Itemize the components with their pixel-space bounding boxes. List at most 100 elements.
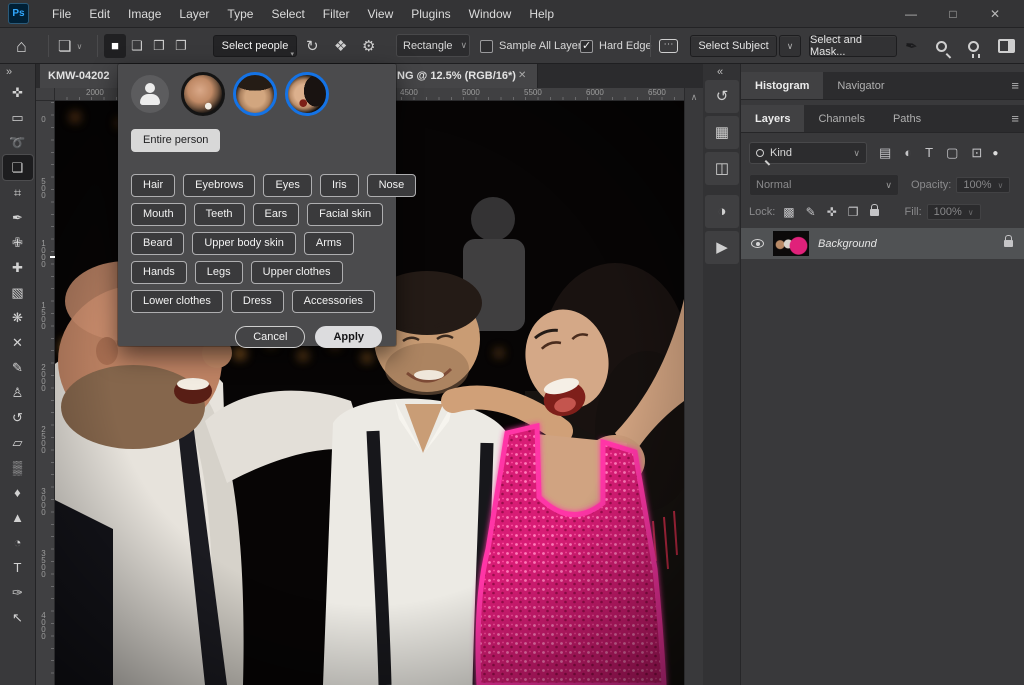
close-button[interactable]: ✕ xyxy=(974,0,1016,28)
maximize-button[interactable]: □ xyxy=(932,0,974,28)
tab-layers[interactable]: Layers xyxy=(741,105,804,132)
body-part-button[interactable]: Hands xyxy=(131,261,187,284)
libraries-panel-icon[interactable]: ◫ xyxy=(705,152,739,185)
feedback-comment-icon[interactable]: ⋯ xyxy=(659,39,678,53)
menu-item[interactable]: File xyxy=(43,0,80,28)
refresh-icon[interactable]: ↻ xyxy=(306,39,319,54)
pen-tool[interactable]: ✑ xyxy=(3,580,33,605)
apply-button[interactable]: Apply xyxy=(315,326,382,348)
crop-tool[interactable]: ⌗ xyxy=(3,180,33,205)
layer-filter-kind-dropdown[interactable]: Kind ∨ xyxy=(749,142,867,164)
select-subject-dropdown-button[interactable]: ∨ xyxy=(779,35,801,57)
body-part-button[interactable]: Iris xyxy=(320,174,359,197)
body-part-button[interactable]: Dress xyxy=(231,290,284,313)
tool-preset-chevron-icon[interactable]: ∨ xyxy=(76,42,82,51)
body-part-button[interactable]: Ears xyxy=(253,203,300,226)
close-tab-icon[interactable]: ✕ xyxy=(518,64,526,88)
menu-item[interactable]: Image xyxy=(119,0,170,28)
filter-type-layers-icon[interactable]: T xyxy=(925,145,933,161)
scroll-up-icon[interactable]: ∧ xyxy=(685,88,703,106)
lasso-tool[interactable]: ➰ xyxy=(3,130,33,155)
filter-pixel-layers-icon[interactable]: ▤ xyxy=(879,145,891,161)
blur-tool[interactable]: ♦ xyxy=(3,480,33,505)
body-part-button[interactable]: Lower clothes xyxy=(131,290,223,313)
history-panel-icon[interactable]: ↺ xyxy=(705,80,739,113)
panel-menu-icon[interactable]: ≡ xyxy=(1011,105,1019,133)
select-people-button[interactable]: Select people ▾ xyxy=(213,35,297,57)
remove-tool[interactable]: ❋ xyxy=(3,305,33,330)
minimize-button[interactable]: — xyxy=(890,0,932,28)
new-selection-icon[interactable]: ■ xyxy=(104,34,126,58)
filter-shape-layers-icon[interactable]: ▢ xyxy=(946,145,958,161)
menu-item[interactable]: Edit xyxy=(80,0,119,28)
menu-item[interactable]: Filter xyxy=(314,0,359,28)
gear-icon[interactable]: ⚙ xyxy=(362,39,375,54)
hard-edge-checkbox[interactable]: ✓ Hard Edge xyxy=(580,28,652,64)
layout-options-icon[interactable]: ❖ xyxy=(334,39,347,54)
body-part-button[interactable]: Beard xyxy=(131,232,184,255)
cancel-button[interactable]: Cancel xyxy=(235,326,305,348)
all-people-icon[interactable] xyxy=(131,75,169,113)
layer-row-background[interactable]: Background xyxy=(741,228,1024,259)
object-selection-tool-icon[interactable]: ❏ xyxy=(58,39,71,54)
sharpen-tool[interactable]: ▲ xyxy=(3,505,33,530)
blend-mode-dropdown[interactable]: Normal ∨ xyxy=(749,174,899,196)
home-icon[interactable]: ⌂ xyxy=(16,37,27,55)
panel-menu-icon[interactable]: ≡ xyxy=(1011,72,1019,100)
body-part-button[interactable]: Accessories xyxy=(292,290,375,313)
layer-name[interactable]: Background xyxy=(818,238,877,250)
expand-toolbar-icon[interactable]: » xyxy=(0,64,12,80)
body-part-button[interactable]: Nose xyxy=(367,174,417,197)
body-part-button[interactable]: Teeth xyxy=(194,203,245,226)
body-part-button[interactable]: Hair xyxy=(131,174,175,197)
layer-lock-icon[interactable] xyxy=(1004,240,1013,247)
body-part-button[interactable]: Upper body skin xyxy=(192,232,296,255)
checkbox-unchecked-icon[interactable] xyxy=(480,40,493,53)
menu-item[interactable]: Layer xyxy=(170,0,218,28)
actions-panel-icon[interactable]: ▶ xyxy=(705,231,739,264)
gradient-tool[interactable]: ▒ xyxy=(3,455,33,480)
menu-item[interactable]: Help xyxy=(520,0,563,28)
menu-item[interactable]: Select xyxy=(262,0,313,28)
workspace-icon[interactable] xyxy=(998,39,1015,53)
patch-tool[interactable]: ▧ xyxy=(3,280,33,305)
patterns-panel-icon[interactable]: ▦ xyxy=(705,116,739,149)
tab-paths[interactable]: Paths xyxy=(879,105,935,132)
intersect-selection-icon[interactable]: ❐ xyxy=(170,34,192,58)
tab-histogram[interactable]: Histogram xyxy=(741,72,823,99)
menu-item[interactable]: View xyxy=(358,0,402,28)
fill-value[interactable]: 100%∨ xyxy=(927,204,981,220)
marquee-tool[interactable]: ▭ xyxy=(3,105,33,130)
collapse-panels-icon[interactable]: « xyxy=(717,66,723,78)
person-thumbnail-3[interactable] xyxy=(285,72,329,116)
select-and-mask-button[interactable]: Select and Mask... xyxy=(809,35,897,57)
lock-pixels-icon[interactable]: ✎ xyxy=(806,205,816,219)
body-part-button[interactable]: Legs xyxy=(195,261,243,284)
move-tool[interactable]: ✜ xyxy=(3,80,33,105)
spot-healing-tool[interactable]: ✚ xyxy=(3,255,33,280)
filter-adjustment-layers-icon[interactable]: ◐ xyxy=(904,145,912,161)
body-part-button[interactable]: Arms xyxy=(304,232,354,255)
lock-transparency-icon[interactable]: ▩ xyxy=(783,205,794,219)
clone-stamp-tool[interactable]: ♙ xyxy=(3,380,33,405)
path-selection-tool[interactable]: ↖ xyxy=(3,605,33,630)
lock-position-icon[interactable]: ✜ xyxy=(827,205,837,219)
tab-channels[interactable]: Channels xyxy=(804,105,878,132)
filter-toggle-icon[interactable]: ● xyxy=(992,148,998,159)
body-part-button[interactable]: Eyes xyxy=(263,174,311,197)
dodge-tool[interactable]: ◔ xyxy=(3,530,33,555)
eraser-tool[interactable]: ▱ xyxy=(3,430,33,455)
opacity-value[interactable]: 100%∨ xyxy=(956,177,1010,193)
lock-all-icon[interactable] xyxy=(870,209,879,216)
healing-brush-tool[interactable]: ✙ xyxy=(3,230,33,255)
filter-smart-objects-icon[interactable]: ⊡ xyxy=(971,145,982,161)
history-brush-tool[interactable]: ↺ xyxy=(3,405,33,430)
tab-navigator[interactable]: Navigator xyxy=(823,72,898,99)
menu-item[interactable]: Window xyxy=(460,0,521,28)
person-thumbnail-2[interactable] xyxy=(233,72,277,116)
body-part-button[interactable]: Eyebrows xyxy=(183,174,255,197)
body-part-button[interactable]: Facial skin xyxy=(307,203,383,226)
body-part-button[interactable]: Upper clothes xyxy=(251,261,343,284)
menu-item[interactable]: Plugins xyxy=(402,0,459,28)
select-subject-button[interactable]: Select Subject xyxy=(690,35,777,57)
